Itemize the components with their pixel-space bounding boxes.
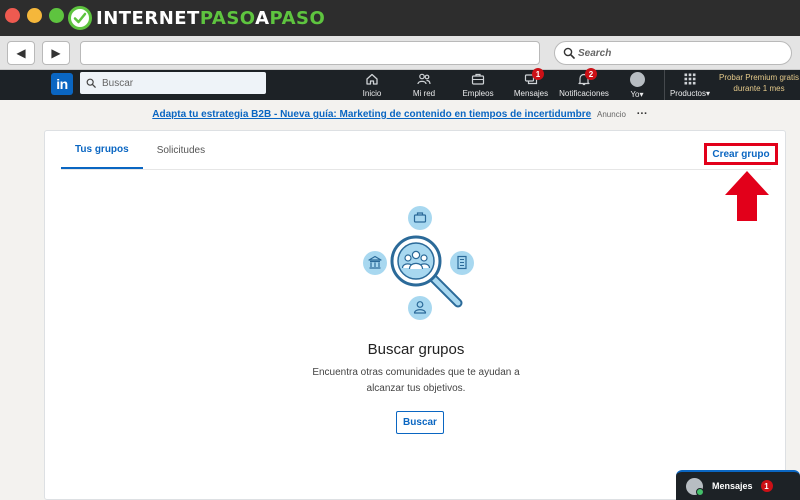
nav-label: Inicio [362, 89, 382, 98]
search-input[interactable] [102, 77, 262, 89]
nav-label: Productos▾ [669, 89, 711, 98]
groups-card: Tus grupos Solicitudes Crear grupo Busca… [44, 130, 786, 500]
avatar [686, 477, 704, 496]
create-group-button[interactable]: Crear grupo [712, 149, 769, 160]
ad-banner: Adapta tu estrategia B2B - Nueva guía: M… [0, 106, 800, 123]
tab-solicitudes[interactable]: Solicitudes [143, 131, 219, 169]
premium-trial-link[interactable]: Probar Premium gratis durante 1 mes [715, 72, 800, 94]
empty-state-description: Encuentra otras comunidades que te ayuda… [312, 367, 520, 394]
red-arrow-up-icon [725, 171, 769, 221]
building-icon [450, 251, 474, 275]
nav-item-mensajes[interactable]: 1 Mensajes [512, 68, 550, 100]
empty-state-title: Buscar grupos [367, 341, 465, 358]
forward-button[interactable]: ▶ [42, 41, 70, 65]
people-icon [417, 73, 431, 85]
avatar [629, 72, 645, 87]
magnifier-icon [390, 235, 463, 308]
nav-item-productos[interactable]: Productos▾ [665, 70, 715, 100]
search-icon [86, 78, 96, 88]
nav-label: Yo▾ [630, 90, 644, 99]
nav-label: Empleos [462, 89, 494, 98]
linkedin-logo[interactable]: in [51, 73, 73, 95]
briefcase-icon [471, 73, 485, 85]
nav-label: Notificaciones [559, 89, 609, 98]
create-group-highlight: Crear grupo [704, 143, 778, 165]
nav-label: Mi red [412, 89, 436, 98]
checkmark-icon [68, 6, 92, 30]
nav-label: Mensajes [513, 89, 549, 98]
groups-tabs: Tus grupos Solicitudes [61, 131, 219, 169]
nav-item-empleos[interactable]: Empleos [460, 70, 496, 100]
browser-titlebar: INTERNETPASOAPASO [0, 0, 800, 36]
forward-arrow-icon: ▶ [51, 46, 61, 60]
tab-tus-grupos[interactable]: Tus grupos [61, 131, 143, 169]
messages-badge: 1 [532, 68, 544, 80]
more-options-icon[interactable]: ··· [637, 108, 648, 120]
search-icon [563, 47, 575, 59]
nav-item-notificaciones[interactable]: 2 Notificaciones [557, 68, 611, 100]
ad-tag: Anuncio [597, 110, 626, 119]
bank-icon [363, 251, 387, 275]
search-groups-button[interactable]: Buscar [396, 411, 444, 434]
ad-link[interactable]: Adapta tu estrategia B2B - Nueva guía: M… [152, 109, 591, 120]
maximize-window-button[interactable] [49, 8, 64, 23]
nav-item-inicio[interactable]: Inicio [357, 70, 387, 100]
linkedin-header: in Inicio Mi red Empleos 1 Mensajes 2 No… [0, 68, 800, 100]
messaging-overlay[interactable]: Mensajes 1 [676, 470, 800, 500]
browser-toolbar: ◀ ▶ Search [0, 36, 800, 70]
notifications-badge: 2 [585, 68, 597, 80]
messaging-label: Mensajes [712, 481, 753, 491]
tabs-divider [61, 169, 771, 170]
briefcase-icon [408, 206, 432, 230]
minimize-window-button[interactable] [27, 8, 42, 23]
browser-search-placeholder: Search [578, 47, 612, 59]
nav-item-yo[interactable]: Yo▾ [623, 70, 651, 100]
linkedin-search[interactable] [80, 72, 266, 94]
groups-search-illustration [363, 206, 474, 320]
back-button[interactable]: ◀ [7, 41, 35, 65]
person-icon [408, 296, 432, 320]
messaging-badge: 1 [760, 480, 773, 492]
nav-item-mi-red[interactable]: Mi red [409, 70, 439, 100]
home-icon [366, 73, 378, 85]
watermark-logo: INTERNETPASOAPASO [68, 5, 325, 31]
close-window-button[interactable] [5, 8, 20, 23]
back-arrow-icon: ◀ [16, 46, 26, 60]
address-bar[interactable] [80, 41, 540, 65]
watermark-text: INTERNETPASOAPASO [96, 7, 326, 29]
browser-search-field[interactable]: Search [554, 41, 792, 65]
grid-icon [684, 73, 696, 85]
